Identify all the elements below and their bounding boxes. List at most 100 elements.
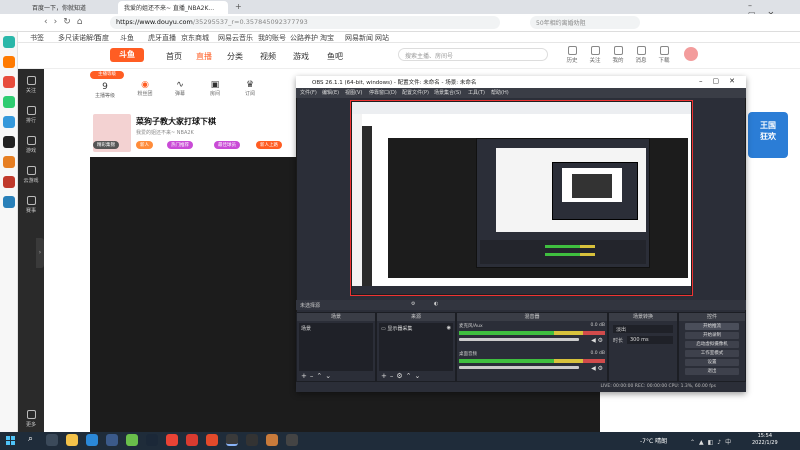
- mine-icon[interactable]: 我的: [609, 46, 627, 64]
- nav-live[interactable]: 直播: [196, 51, 212, 62]
- app-icon[interactable]: [206, 434, 218, 446]
- eye-icon[interactable]: ◉: [447, 325, 451, 331]
- speaker-icon[interactable]: ◀ ⚙: [591, 337, 603, 344]
- stat-danmu[interactable]: ∿ 弹幕: [165, 80, 195, 97]
- properties-gear-icon[interactable]: ⚙: [411, 301, 415, 307]
- menu-rank[interactable]: 排行: [18, 106, 44, 124]
- collapse-handle[interactable]: ›: [36, 238, 44, 268]
- bookmark[interactable]: 网易云音乐: [218, 33, 253, 43]
- steam-icon[interactable]: [146, 434, 158, 446]
- chrome-icon[interactable]: [166, 434, 178, 446]
- source-tools[interactable]: +–⚙⌃⌄: [381, 372, 423, 380]
- menu-cloudgame[interactable]: 云游戏: [18, 166, 44, 184]
- menu-follow[interactable]: 关注: [18, 76, 44, 94]
- sources-list[interactable]: ▭ 显示器采集 ◉: [379, 323, 453, 371]
- scene-tools[interactable]: +–⌃⌄: [301, 372, 334, 380]
- stat-fans[interactable]: ◉ 粉丝团: [130, 80, 160, 97]
- source-item[interactable]: 显示器采集: [387, 326, 412, 332]
- virtual-camera-button[interactable]: 启动虚拟摄像机: [685, 341, 739, 348]
- start-recording-button[interactable]: 开始录制: [685, 332, 739, 339]
- nav-home[interactable]: 首页: [166, 51, 182, 62]
- nav-category[interactable]: 分类: [227, 51, 243, 62]
- app-icon[interactable]: [106, 434, 118, 446]
- app-icon[interactable]: [3, 36, 15, 48]
- bookmark[interactable]: 多尺读诺解尔: [58, 33, 100, 43]
- bookmark[interactable]: 淘宝: [320, 33, 334, 43]
- volume-slider[interactable]: [459, 366, 579, 369]
- obs-menu-profile[interactable]: 配置文件(P): [402, 89, 429, 96]
- menu-more[interactable]: 更多: [18, 410, 44, 428]
- site-search-input[interactable]: 搜索主播、房间号: [398, 48, 548, 61]
- stat-room[interactable]: ▣ 房间: [200, 80, 230, 97]
- message-icon[interactable]: 消息: [632, 46, 650, 64]
- new-tab-icon[interactable]: +: [235, 2, 242, 11]
- weather-widget[interactable]: -7°C 晴朗: [640, 436, 667, 445]
- app-icon[interactable]: [3, 156, 15, 168]
- bookmark[interactable]: 斗鱼: [120, 33, 134, 43]
- app-icon[interactable]: [3, 116, 15, 128]
- bookmark[interactable]: 我的账号: [258, 33, 286, 43]
- edge-icon[interactable]: [86, 434, 98, 446]
- obs-menu-view[interactable]: 视图(V): [345, 89, 362, 96]
- search-icon[interactable]: ⌕: [28, 434, 33, 444]
- nav-buttons[interactable]: ‹›↻⌂: [44, 17, 88, 27]
- start-streaming-button[interactable]: 开始推流: [685, 323, 739, 330]
- studio-mode-button[interactable]: 工作室模式: [685, 350, 739, 357]
- app-icon[interactable]: [246, 434, 258, 446]
- tab-douyu[interactable]: 我爱的姐还不来~ 直播_NBA2K...: [118, 1, 228, 14]
- bookmark[interactable]: 书签: [30, 33, 44, 43]
- tag-pill[interactable]: 新人: [136, 141, 153, 149]
- tag-pill[interactable]: 最佳球员: [214, 141, 240, 149]
- settings-button[interactable]: 设置: [685, 359, 739, 366]
- app-icon[interactable]: [3, 96, 15, 108]
- bookmark[interactable]: 虎牙直播: [148, 33, 176, 43]
- transition-select[interactable]: 淡出: [613, 325, 673, 333]
- app-icon[interactable]: [266, 434, 278, 446]
- site-logo[interactable]: 斗鱼: [110, 48, 144, 62]
- app-icon[interactable]: [3, 176, 15, 188]
- promo-banner[interactable]: 王国 狂欢: [748, 112, 788, 158]
- app-icon[interactable]: [3, 196, 15, 208]
- app-icon[interactable]: [3, 56, 15, 68]
- avatar[interactable]: [684, 47, 698, 61]
- scenes-list[interactable]: 场景: [299, 323, 373, 371]
- menu-events[interactable]: 赛事: [18, 196, 44, 214]
- obs-menu-file[interactable]: 文件(F): [300, 89, 317, 96]
- obs-menu-edit[interactable]: 编辑(E): [322, 89, 339, 96]
- app-icon[interactable]: [286, 434, 298, 446]
- tag-pill[interactable]: 新人上路: [256, 141, 282, 149]
- scene-item[interactable]: 场景: [301, 326, 311, 332]
- duration-input[interactable]: 300 ms: [627, 336, 673, 344]
- obs-menu-scenecollection[interactable]: 场景集合(S): [434, 89, 461, 96]
- bookmark[interactable]: 百度: [95, 33, 109, 43]
- tab-baidu[interactable]: 百度一下，你就知道: [26, 1, 118, 14]
- stat-sub[interactable]: ♛ 订阅: [235, 80, 265, 97]
- app-icon[interactable]: [186, 434, 198, 446]
- app-icon[interactable]: [126, 434, 138, 446]
- bookmark[interactable]: 网站: [375, 33, 389, 43]
- follow-icon[interactable]: 关注: [586, 46, 604, 64]
- obs-menu-tools[interactable]: 工具(T): [468, 89, 485, 96]
- volume-slider[interactable]: [459, 338, 579, 341]
- explorer-icon[interactable]: [66, 434, 78, 446]
- exit-button[interactable]: 退出: [685, 368, 739, 375]
- obs-window-controls[interactable]: –▢✕: [699, 77, 745, 85]
- tag-pill[interactable]: 精彩集锦: [93, 141, 119, 149]
- tray-icons[interactable]: ⌃▲◧♪中: [690, 437, 735, 446]
- taskview-icon[interactable]: [46, 434, 58, 446]
- history-icon[interactable]: 历史: [563, 46, 581, 64]
- obs-taskbar-icon[interactable]: [226, 434, 238, 446]
- nav-fishbar[interactable]: 鱼吧: [327, 51, 343, 62]
- menu-game[interactable]: 游戏: [18, 136, 44, 154]
- bookmark[interactable]: 网易新闻: [345, 33, 373, 43]
- speaker-icon[interactable]: ◀ ⚙: [591, 365, 603, 372]
- browser-search-input[interactable]: 50年相约离婚劝阻: [530, 16, 640, 29]
- bookmark[interactable]: 京东商城: [181, 33, 209, 43]
- start-icon[interactable]: [6, 436, 16, 446]
- filters-icon[interactable]: ◐: [434, 301, 438, 307]
- obs-menu-dock[interactable]: 停靠窗口(D): [369, 89, 397, 96]
- nav-game[interactable]: 游戏: [293, 51, 309, 62]
- nav-video[interactable]: 视频: [260, 51, 276, 62]
- obs-menu-help[interactable]: 帮助(H): [491, 89, 509, 96]
- bookmark[interactable]: 公路养护: [290, 33, 318, 43]
